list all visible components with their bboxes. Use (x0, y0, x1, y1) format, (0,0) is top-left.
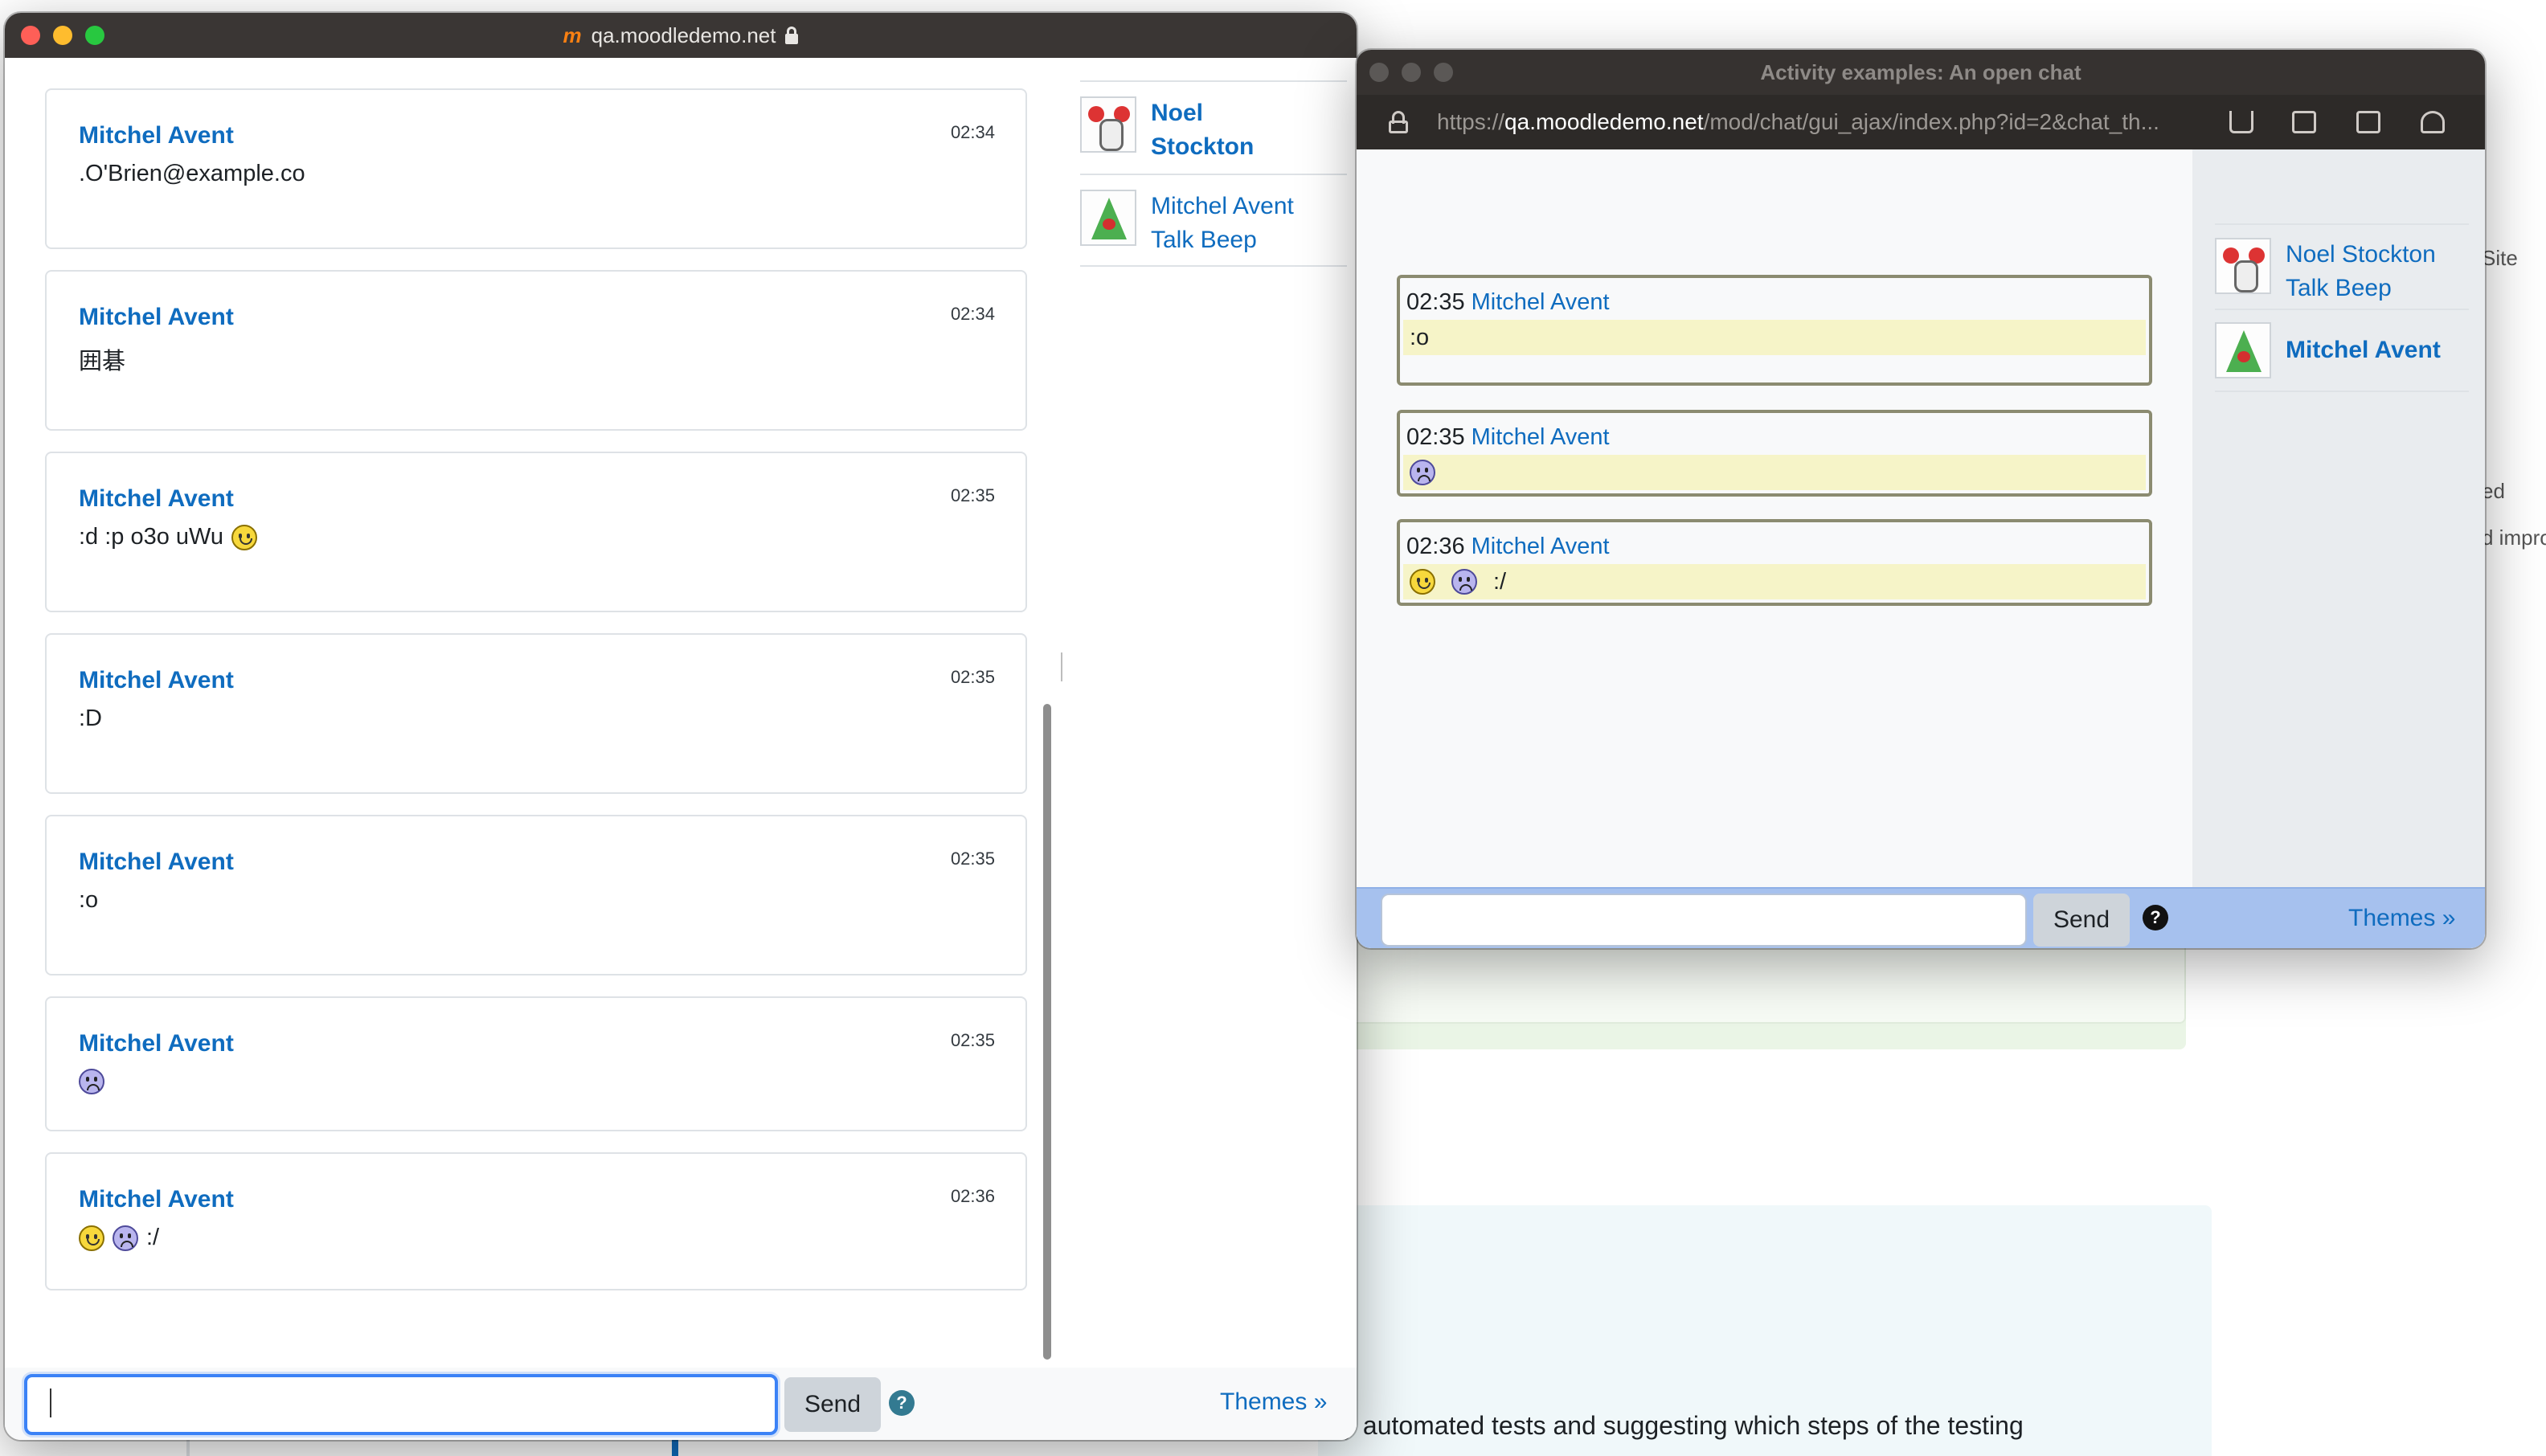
message-author[interactable]: Mitchel Avent (79, 1030, 234, 1057)
user-avatar (2215, 238, 2271, 294)
message-time: 02:35 (950, 1030, 995, 1050)
user-name[interactable]: Mitchel Avent (2286, 333, 2441, 367)
smile-emoticon-icon (79, 1225, 104, 1251)
message-time: 02:35 (950, 485, 995, 505)
message-input[interactable] (24, 1374, 778, 1435)
message-author[interactable]: Mitchel Avent (79, 849, 234, 876)
message-text: 囲碁 (79, 349, 126, 374)
sad-emoticon-icon (113, 1225, 138, 1251)
user-status[interactable]: Talk Beep (1151, 223, 1294, 257)
message-time: 02:34 (950, 304, 995, 324)
message-author[interactable]: Mitchel Avent (79, 667, 234, 694)
send-button[interactable]: Send (2033, 894, 2130, 947)
user-avatar (2215, 322, 2271, 378)
user-list-item[interactable]: Noel Stockton (1080, 80, 1347, 174)
user-name[interactable]: Noel Stockton (1151, 96, 1271, 164)
window-domain: qa.moodledemo.net (591, 22, 776, 47)
url-text[interactable]: https://qa.moodledemo.net/mod/chat/gui_a… (1437, 109, 2159, 135)
moodle-logo-icon: m (563, 22, 582, 47)
users-list: Noel Stockton Talk Beep Mitchel Avent (2192, 149, 2485, 887)
message-text (1403, 455, 2146, 490)
message-input[interactable] (1381, 894, 2027, 947)
message-text: :/ (1403, 564, 2146, 599)
message-text (79, 1069, 104, 1094)
user-name[interactable]: Noel Stockton (2286, 238, 2436, 272)
message-input-bar: Send ? Themes » (1357, 887, 2485, 948)
message-card: 02:35 Mitchel Avent (1397, 410, 2152, 497)
messages-list[interactable]: Mitchel Avent 02:34 .O'Brien@example.co … (5, 58, 1062, 1368)
message-time: 02:35 (1406, 424, 1465, 450)
message-text: .O'Brien@example.co (79, 161, 305, 186)
user-list-item[interactable]: Noel Stockton Talk Beep (2215, 223, 2469, 309)
send-button[interactable]: Send (784, 1377, 881, 1432)
message-card: 02:36 Mitchel Avent :/ (1397, 519, 2152, 606)
user-name[interactable]: Mitchel Avent (1151, 190, 1294, 223)
message-time: 02:35 (950, 667, 995, 687)
message-text: :/ (79, 1225, 159, 1251)
message-text: :o (79, 887, 99, 913)
user-list-item[interactable]: Mitchel Avent (2215, 309, 2469, 392)
message-time: 02:36 (950, 1186, 995, 1206)
message-author[interactable]: Mitchel Avent (79, 304, 234, 331)
message-author[interactable]: Mitchel Avent (79, 485, 234, 513)
user-list-item[interactable]: Mitchel Avent Talk Beep (1080, 174, 1347, 267)
users-list: Noel Stockton Mitchel Avent Talk Beep (1062, 58, 1357, 1368)
message-card: Mitchel Avent 02:36 :/ (45, 1152, 1027, 1290)
message-time: 02:34 (950, 122, 995, 142)
background-side-text: Site (2482, 246, 2518, 270)
message-card: Mitchel Avent 02:34 囲碁 (45, 270, 1027, 431)
message-author[interactable]: Mitchel Avent (79, 122, 234, 149)
lock-icon (1389, 111, 1408, 133)
window-title: Activity examples: An open chat (1760, 59, 2081, 84)
smile-emoticon-icon (1410, 569, 1435, 595)
read-aloud-icon[interactable] (2421, 111, 2445, 133)
message-card: Mitchel Avent 02:35 :o (45, 815, 1027, 975)
messages-list[interactable]: 02:35 Mitchel Avent :o 02:35 Mitchel Ave… (1357, 149, 2192, 887)
address-bar[interactable]: https://qa.moodledemo.net/mod/chat/gui_a… (1357, 95, 2485, 149)
background-divider (186, 1438, 190, 1456)
chat-window-right: Activity examples: An open chat https://… (1357, 50, 2485, 948)
message-text: :d :p o3o uWu (79, 524, 258, 550)
message-text: :o (1403, 320, 2146, 355)
smile-emoticon-icon (231, 524, 258, 550)
help-icon[interactable]: ? (2143, 905, 2168, 930)
sad-emoticon-icon (1410, 460, 1435, 485)
sad-emoticon-icon (1451, 569, 1477, 595)
message-text: :D (79, 706, 102, 731)
themes-link[interactable]: Themes » (1220, 1389, 1327, 1416)
sad-emoticon-icon (79, 1069, 104, 1094)
message-card: 02:35 Mitchel Avent :o (1397, 275, 2152, 386)
message-card: Mitchel Avent 02:35 :D (45, 633, 1027, 794)
chat-window-left: m qa.moodledemo.net Mitchel Avent 02:34 … (5, 13, 1357, 1440)
window-titlebar[interactable]: m qa.moodledemo.net (5, 13, 1357, 58)
message-author[interactable]: Mitchel Avent (1472, 289, 1610, 315)
background-side-text: d impro (2482, 526, 2546, 550)
messages-scrollbar[interactable] (1043, 704, 1051, 1360)
message-card: Mitchel Avent 02:34 .O'Brien@example.co (45, 88, 1027, 249)
message-time: 02:36 (1406, 534, 1465, 559)
devices-icon[interactable] (2292, 111, 2316, 133)
lock-icon (785, 27, 799, 44)
background-side-text: ed (2482, 479, 2505, 503)
message-input-bar: Send ? Themes » (5, 1368, 1357, 1440)
user-avatar (1080, 190, 1136, 246)
message-time: 02:35 (950, 849, 995, 869)
themes-link[interactable]: Themes » (2348, 905, 2455, 932)
message-author[interactable]: Mitchel Avent (79, 1186, 234, 1213)
message-author[interactable]: Mitchel Avent (1472, 424, 1610, 450)
message-card: Mitchel Avent 02:35 (45, 996, 1027, 1131)
message-author[interactable]: Mitchel Avent (1472, 534, 1610, 559)
user-avatar (1080, 96, 1136, 153)
message-time: 02:35 (1406, 289, 1465, 315)
text-cursor (50, 1389, 51, 1417)
help-icon[interactable]: ? (889, 1390, 915, 1416)
download-icon[interactable] (2229, 111, 2253, 133)
message-card: Mitchel Avent 02:35 :d :p o3o uWu (45, 452, 1027, 612)
extensions-icon[interactable] (2356, 111, 2380, 133)
window-titlebar[interactable]: Activity examples: An open chat (1357, 50, 2485, 95)
user-status[interactable]: Talk Beep (2286, 272, 2436, 305)
